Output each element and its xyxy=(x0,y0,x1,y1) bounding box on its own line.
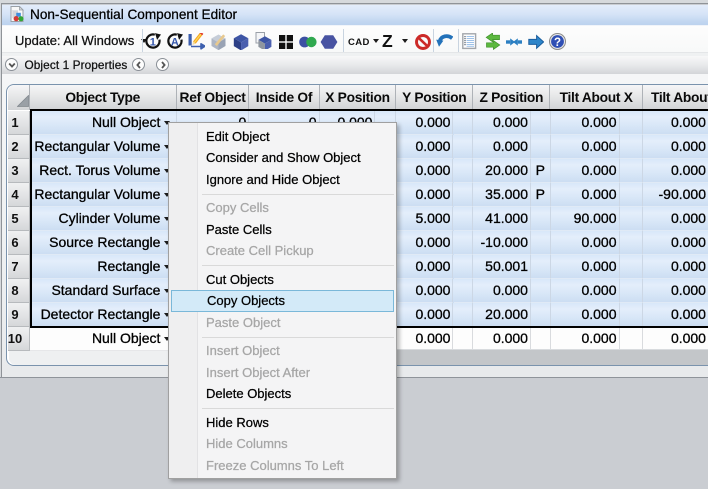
svg-text:?: ? xyxy=(554,37,561,49)
svg-text:1: 1 xyxy=(150,37,156,49)
svg-text:A: A xyxy=(171,37,179,49)
